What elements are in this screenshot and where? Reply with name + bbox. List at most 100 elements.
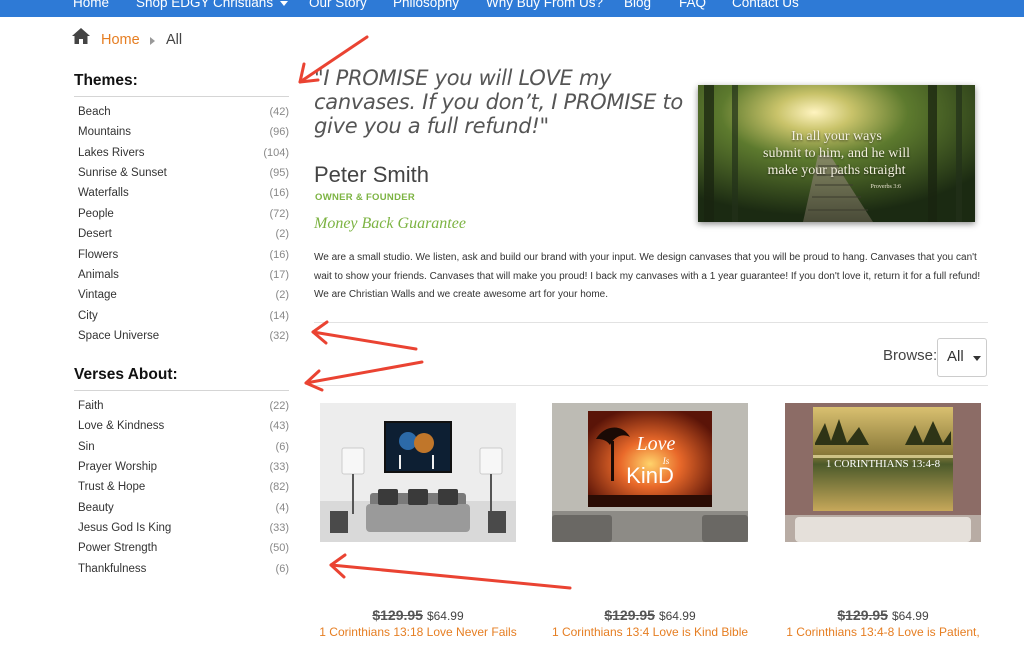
chevron-down-icon [973, 356, 981, 361]
product-image[interactable]: 1 CORINTHIANS 13:4-8 [785, 403, 981, 542]
canvas-word-love: Love [636, 433, 676, 455]
theme-item-waterfalls[interactable]: Waterfalls (16) [78, 184, 289, 204]
nav-blog[interactable]: Blog [624, 0, 651, 10]
verse-label: Love & Kindness [78, 420, 165, 432]
verse-label: Sin [78, 441, 95, 453]
verse-count: (50) [269, 542, 289, 554]
theme-item-people[interactable]: People (72) [78, 205, 289, 225]
price-row: $129.95 $64.99 [785, 607, 981, 625]
verse-item-thankfulness[interactable]: Thankfulness (6) [78, 560, 289, 580]
nav-shop-label: Shop EDGY Christians [136, 0, 274, 10]
theme-item-beach[interactable]: Beach (42) [78, 103, 289, 123]
verse-count: (33) [269, 461, 289, 473]
theme-count: (96) [269, 126, 289, 138]
breadcrumb-home[interactable]: Home [101, 32, 140, 48]
home-icon[interactable] [72, 28, 90, 44]
top-nav: Home Shop EDGY Christians Our Story Phil… [0, 0, 1024, 17]
verse-count: (33) [269, 522, 289, 534]
theme-label: Space Universe [78, 330, 160, 342]
product-card[interactable]: Love Is KinD $129.95 $64.99 1 Corinthians… [552, 403, 748, 647]
browse-select-value: All [947, 348, 964, 365]
nav-why-buy[interactable]: Why Buy From Us? [486, 0, 603, 10]
theme-label: Flowers [78, 249, 119, 261]
theme-count: (17) [269, 269, 289, 281]
theme-item-desert[interactable]: Desert (2) [78, 225, 289, 245]
nav-contact[interactable]: Contact Us [732, 0, 799, 10]
founder-name: Peter Smith [314, 162, 429, 187]
theme-label: Mountains [78, 126, 132, 138]
verse-item-trust-hope[interactable]: Trust & Hope (82) [78, 478, 289, 498]
theme-label: Lakes Rivers [78, 147, 145, 159]
product-title[interactable]: 1 Corinthians 13:4-8 Love is Patient, [781, 625, 985, 639]
theme-item-vintage[interactable]: Vintage (2) [78, 286, 289, 306]
guarantee-heading: Money Back Guarantee [314, 215, 466, 232]
theme-label: Animals [78, 269, 119, 281]
about-paragraph: We are a small studio. We listen, ask an… [314, 252, 981, 300]
nav-our-story[interactable]: Our Story [309, 0, 367, 10]
nav-shop[interactable]: Shop EDGY Christians [136, 0, 289, 10]
theme-count: (32) [269, 330, 289, 342]
theme-label: Beach [78, 106, 111, 118]
verse-label: Trust & Hope [78, 481, 146, 493]
verse-count: (6) [275, 441, 289, 453]
founder-quote: "I PROMISE you will LOVE my canvases. If… [314, 66, 683, 138]
hero-verse-reference: Proverbs 3:6 [870, 184, 902, 190]
annotation-arrow-icon [304, 360, 424, 385]
product-card[interactable]: $129.95 $64.99 1 Corinthians 13:18 Love N… [319, 403, 517, 647]
living-room-canvas-mockup [320, 403, 516, 542]
verse-item-power-strength[interactable]: Power Strength (50) [78, 539, 289, 559]
sale-price: $64.99 [658, 609, 696, 623]
theme-item-city[interactable]: City (14) [78, 307, 289, 327]
verse-label: Power Strength [78, 542, 158, 554]
theme-count: (104) [263, 147, 289, 159]
themes-divider [74, 96, 289, 97]
nav-home[interactable]: Home [73, 0, 109, 10]
canvas-verse-text: 1 CORINTHIANS 13:4-8 [826, 458, 941, 470]
original-price: $129.95 [372, 607, 423, 623]
price-row: $129.95 $64.99 [320, 607, 516, 625]
chevron-down-icon [280, 0, 289, 6]
browse-label: Browse: [883, 347, 938, 364]
hero-image: In all your ways submit to him, and he w… [698, 85, 975, 222]
sale-price: $64.99 [426, 609, 464, 623]
themes-heading: Themes: [74, 72, 138, 89]
breadcrumb-separator-icon [150, 37, 155, 45]
verse-item-beauty[interactable]: Beauty (4) [78, 499, 289, 519]
theme-count: (16) [269, 249, 289, 261]
product-image[interactable]: Love Is KinD [552, 403, 748, 542]
verse-count: (22) [269, 400, 289, 412]
product-image[interactable] [320, 403, 516, 542]
founder-role: OWNER & FOUNDER [315, 192, 416, 203]
verse-item-prayer-worship[interactable]: Prayer Worship (33) [78, 458, 289, 478]
annotation-arrow-icon [311, 330, 418, 351]
verses-divider [74, 390, 289, 391]
product-title[interactable]: 1 Corinthians 13:18 Love Never Fails [316, 625, 520, 639]
theme-item-space-universe[interactable]: Space Universe (32) [78, 327, 289, 347]
verse-item-love-kindness[interactable]: Love & Kindness (43) [78, 417, 289, 437]
theme-item-flowers[interactable]: Flowers (16) [78, 246, 289, 266]
verse-item-jesus-god-is-king[interactable]: Jesus God Is King (33) [78, 519, 289, 539]
browse-select[interactable]: All [937, 338, 987, 377]
theme-count: (95) [269, 167, 289, 179]
sale-price: $64.99 [891, 609, 929, 623]
theme-label: Vintage [78, 289, 117, 301]
nav-faq[interactable]: FAQ [679, 0, 706, 10]
annotation-arrowhead-icon [304, 369, 324, 392]
verse-label: Jesus God Is King [78, 522, 172, 534]
hero-verse-line: submit to him, and he will [763, 146, 910, 161]
theme-item-animals[interactable]: Animals (17) [78, 266, 289, 286]
verse-count: (4) [275, 502, 289, 514]
verse-label: Thankfulness [78, 563, 147, 575]
verse-item-sin[interactable]: Sin (6) [78, 438, 289, 458]
verse-item-faith[interactable]: Faith (22) [78, 397, 289, 417]
theme-item-lakes-rivers[interactable]: Lakes Rivers (104) [78, 144, 289, 164]
theme-label: City [78, 310, 98, 322]
theme-item-mountains[interactable]: Mountains (96) [78, 123, 289, 143]
verse-count: (82) [269, 481, 289, 493]
breadcrumb-current: All [166, 32, 183, 48]
product-card[interactable]: 1 CORINTHIANS 13:4-8 $129.95 $64.99 1 Cor… [785, 403, 981, 647]
theme-item-sunrise-sunset[interactable]: Sunrise & Sunset (95) [78, 164, 289, 184]
product-title[interactable]: 1 Corinthians 13:4 Love is Kind Bible [548, 625, 752, 639]
nav-philosophy[interactable]: Philosophy [393, 0, 459, 10]
theme-label: Desert [78, 228, 112, 240]
